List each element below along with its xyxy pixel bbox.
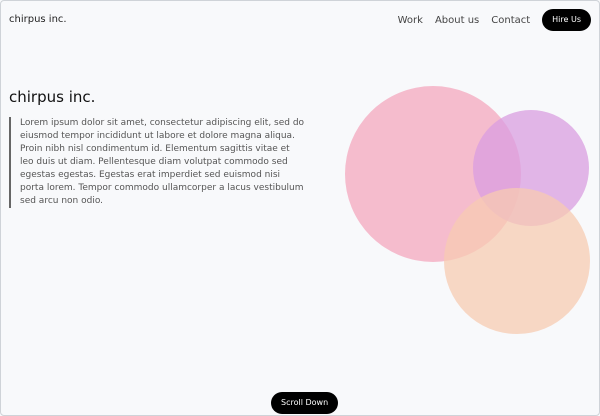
page-frame: chirpus inc. Work About us Contact Hire … (0, 0, 600, 416)
hero-title: chirpus inc. (9, 88, 96, 106)
brand-name[interactable]: chirpus inc. (9, 14, 67, 25)
decorative-circles (345, 86, 590, 334)
hire-us-button[interactable]: Hire Us (542, 9, 591, 31)
nav-link-contact[interactable]: Contact (491, 15, 530, 26)
hero-description: Lorem ipsum dolor sit amet, consectetur … (9, 117, 305, 208)
peach-circle (444, 188, 590, 334)
scroll-down-button[interactable]: Scroll Down (271, 392, 339, 414)
top-nav: Work About us Contact Hire Us (398, 9, 591, 31)
nav-link-about-us[interactable]: About us (435, 15, 479, 26)
nav-link-work[interactable]: Work (398, 15, 423, 26)
